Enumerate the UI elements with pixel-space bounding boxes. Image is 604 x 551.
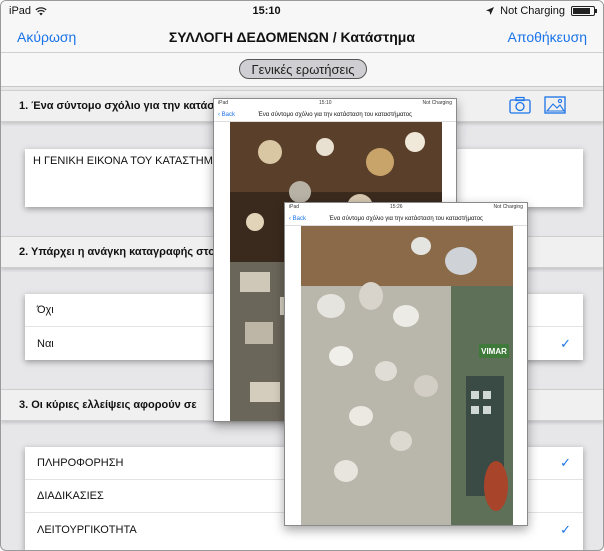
question-2-title: 2. Υπάρχει η ανάγκη καταγραφής στο bbox=[19, 246, 215, 258]
segment-label: Γενικές ερωτήσεις bbox=[251, 61, 355, 77]
status-bar: iPad 15:10 Not Charging bbox=[1, 1, 603, 21]
mini-status-bar: iPad 15:26 Not Charging bbox=[285, 203, 527, 212]
battery-status: Not Charging bbox=[500, 5, 565, 17]
option-label: Όχι bbox=[37, 304, 54, 316]
mini-nav-bar: ‹ Back Ένα σύντομο σχόλιο για την κατάστ… bbox=[214, 108, 456, 122]
option-label: ΛΕΙΤΟΥΡΓΙΚΟΤΗΤΑ bbox=[37, 523, 137, 536]
mini-page-title: Ένα σύντομο σχόλιο για την κατάσταση του… bbox=[329, 215, 483, 222]
mini-battery-status: Not Charging bbox=[493, 204, 523, 210]
cancel-button[interactable]: Ακύρωση bbox=[17, 29, 76, 45]
navigation-bar: Ακύρωση ΣΥΛΛΟΓΗ ΔΕΔΟΜΕΝΩΝ / Κατάστημα Απ… bbox=[1, 21, 603, 53]
question-1-answer-text: Η ΓΕΝΙΚΗ ΕΙΚΟΝΑ ΤΟΥ ΚΑΤΑΣΤΗΜΑ bbox=[33, 155, 221, 167]
mini-page-title: Ένα σύντομο σχόλιο για την κατάσταση του… bbox=[258, 111, 412, 118]
mini-nav-bar: ‹ Back Ένα σύντομο σχόλιο για την κατάστ… bbox=[285, 212, 527, 226]
mini-battery-status: Not Charging bbox=[422, 100, 452, 106]
segment-bar: Γενικές ερωτήσεις bbox=[1, 53, 603, 87]
app-frame: iPad 15:10 Not Charging Ακύρωση ΣΥΛΛΟΓΗ … bbox=[0, 0, 604, 551]
page-title: ΣΥΛΛΟΓΗ ΔΕΔΟΜΕΝΩΝ / Κατάστημα bbox=[168, 28, 415, 45]
option-label: ΔΙΑΔΙΚΑΣΙΕΣ bbox=[37, 490, 104, 502]
back-label: Back bbox=[292, 215, 307, 222]
mini-clock: 15:26 bbox=[390, 204, 403, 210]
mini-device-name: iPad bbox=[289, 204, 300, 210]
question-3-title: 3. Οι κύριες ελλείψεις αφορούν σε bbox=[19, 399, 197, 411]
location-arrow-icon bbox=[486, 7, 495, 15]
mini-clock: 15:10 bbox=[319, 100, 332, 106]
clock: 15:10 bbox=[252, 5, 281, 17]
store-sign-text: VIMAR bbox=[481, 347, 507, 356]
device-name: iPad bbox=[9, 5, 32, 17]
photo-gallery-icon[interactable] bbox=[544, 96, 566, 114]
back-button[interactable]: ‹ Back bbox=[218, 112, 235, 118]
back-label: Back bbox=[221, 111, 236, 118]
checkmark-icon: ✓ bbox=[560, 335, 571, 351]
question-1-title: 1. Ένα σύντομο σχόλιο για την κατάστ bbox=[19, 100, 220, 112]
option-label: Ναι bbox=[37, 337, 54, 350]
store-photo-screenshot-2: iPad 15:26 Not Charging ‹ Back Ένα σύντο… bbox=[284, 202, 528, 526]
battery-icon bbox=[571, 6, 597, 16]
save-button[interactable]: Αποθήκευση bbox=[508, 29, 587, 45]
wifi-icon bbox=[35, 6, 47, 15]
mini-status-bar: iPad 15:10 Not Charging bbox=[214, 99, 456, 108]
checkmark-icon: ✓ bbox=[560, 455, 571, 470]
store-wall-sconces-photo: VIMAR bbox=[301, 226, 513, 525]
option-label: ΠΛΗΡΟΦΟΡΗΣΗ bbox=[37, 457, 124, 469]
general-questions-segment[interactable]: Γενικές ερωτήσεις bbox=[239, 59, 367, 79]
mini-device-name: iPad bbox=[218, 100, 229, 106]
back-button[interactable]: ‹ Back bbox=[289, 216, 306, 222]
checkmark-icon: ✓ bbox=[560, 521, 571, 537]
camera-icon[interactable] bbox=[509, 96, 531, 114]
